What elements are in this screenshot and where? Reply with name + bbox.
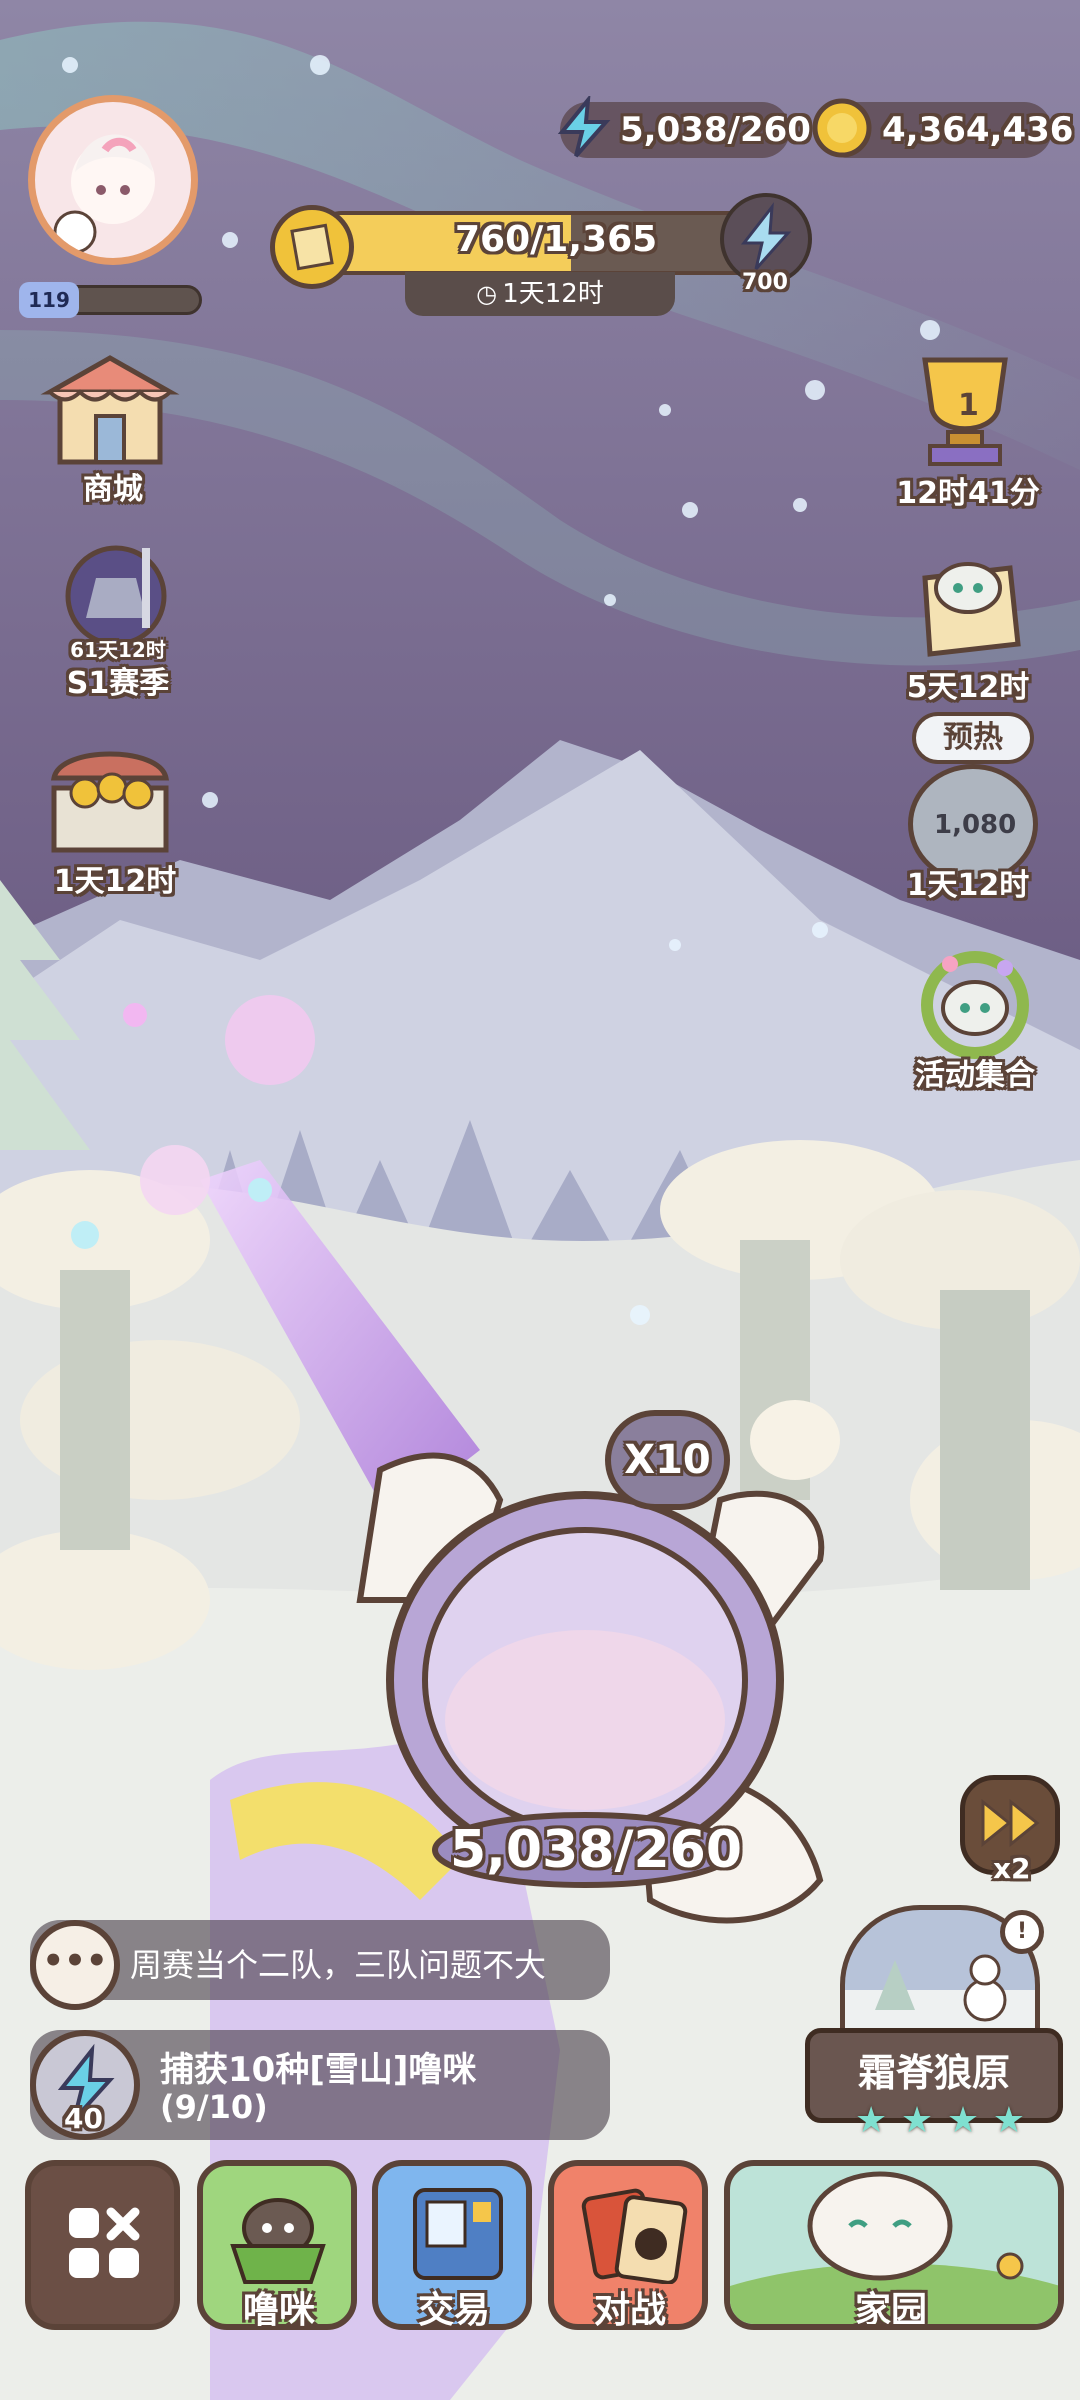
medal-event-button[interactable]: 预热 1,080 1天12时 [870, 708, 1070, 903]
season-label: S1赛季 [66, 666, 170, 701]
trophy-timer: 12时41分 [896, 476, 1040, 511]
chat-bubble-icon: ••• [30, 1920, 120, 2010]
trophy-rank: 1 [958, 388, 979, 423]
energy-value: 5,038/260 [620, 110, 811, 150]
trophy-button[interactable]: 1 12时41分 [870, 350, 1070, 511]
star-icon: ★ [855, 2100, 888, 2141]
scroll-quest-button[interactable]: 5天12时 [870, 548, 1070, 708]
speed-label: x2 [993, 1852, 1031, 1885]
quest-cost: 40 [64, 2102, 103, 2135]
speed-button[interactable]: x2 [960, 1775, 1060, 1885]
nav-home[interactable]: 家园 [724, 2160, 1064, 2330]
coin-value: 4,364,436 [882, 110, 1074, 150]
star-icon: ★ [946, 2100, 980, 2141]
chat-message: 周赛当个二队，三队问题不大 [130, 1946, 547, 1984]
location-name: 霜脊狼原 [857, 2051, 1010, 2095]
shop-icon [40, 352, 180, 472]
energy-counter[interactable]: 5,038/260 [557, 93, 811, 158]
nav-pets[interactable]: 噜咪 [197, 2160, 357, 2331]
player-level-bar: 119 [19, 282, 202, 318]
location-stars: ★ ★ ★ ★ [855, 2100, 1025, 2141]
knight-icon [46, 538, 186, 648]
season-progress-text: 760/1,365 [455, 219, 658, 260]
nav-home-label: 家园 [855, 2290, 928, 2330]
shop-label: 商城 [83, 472, 143, 507]
coin-counter[interactable]: 4,364,436 [812, 98, 1073, 158]
chat-bar[interactable]: ••• 周赛当个二队，三队问题不大 [30, 1920, 610, 2010]
multiplier-badge[interactable]: X10 [605, 1410, 730, 1510]
battle-cards-icon [579, 2184, 689, 2285]
medal-value: 1,080 [934, 810, 1017, 840]
warmup-badge: 预热 [912, 712, 1034, 764]
scroll-map-icon [910, 548, 1030, 666]
nav-battle[interactable]: 对战 [548, 2160, 708, 2331]
multiplier-value: X10 [624, 1437, 711, 1483]
quest-title: 捕获10种[雪山]噜咪 [160, 2050, 477, 2090]
treasure-chest-icon [40, 738, 180, 863]
catcher-energy-value: 5,038/260 [450, 1820, 743, 1880]
pet-bowl-icon [223, 2186, 333, 2286]
star-icon: ★ [992, 2100, 1025, 2141]
season-timer-text: 1天12时 [502, 279, 604, 309]
events-wreath-icon [910, 950, 1040, 1060]
season-button[interactable]: 61天12时 S1赛季 [18, 538, 218, 701]
catcher-energy-display: 5,038/260 [450, 1820, 742, 1880]
clock-icon: ◷ [476, 280, 498, 308]
coin-icon [810, 96, 874, 160]
warmup-badge-label: 预热 [943, 720, 1003, 755]
nav-pets-label: 噜咪 [243, 2290, 316, 2331]
nav-trade-label: 交易 [418, 2290, 491, 2331]
info-icon[interactable]: ! [1000, 1910, 1044, 1954]
shop-button[interactable]: 商城 [18, 352, 218, 507]
nav-trade[interactable]: 交易 [372, 2160, 532, 2331]
medal-timer: 1天12时 [906, 868, 1030, 903]
quest-progress: (9/10) [160, 2088, 268, 2126]
events-label: 活动集合 [915, 1058, 1035, 1093]
events-button[interactable]: 活动集合 [870, 950, 1080, 1093]
player-level-badge: 119 [19, 282, 79, 318]
energy-icon [552, 93, 616, 160]
quest-card[interactable]: 40 捕获10种[雪山]噜咪 (9/10) [30, 2030, 610, 2140]
vending-machine-icon [403, 2184, 513, 2284]
avatar[interactable] [28, 95, 198, 265]
grid-menu-icon [67, 2206, 141, 2280]
treasure-chest-button[interactable]: 1天12时 [10, 738, 210, 899]
star-icon: ★ [900, 2100, 934, 2141]
season-timer: ◷ 1天12时 [405, 272, 675, 316]
menu-grid-button[interactable] [25, 2160, 180, 2330]
fast-forward-icon [979, 1798, 1043, 1848]
scroll-quest-timer: 5天12时 [906, 670, 1030, 705]
nav-battle-label: 对战 [594, 2290, 667, 2331]
season-progress[interactable]: 760/1,365 700 [270, 193, 812, 295]
bonus-value: 700 [742, 270, 788, 295]
map-scroll-icon [270, 205, 354, 289]
chest-timer: 1天12时 [53, 864, 177, 899]
